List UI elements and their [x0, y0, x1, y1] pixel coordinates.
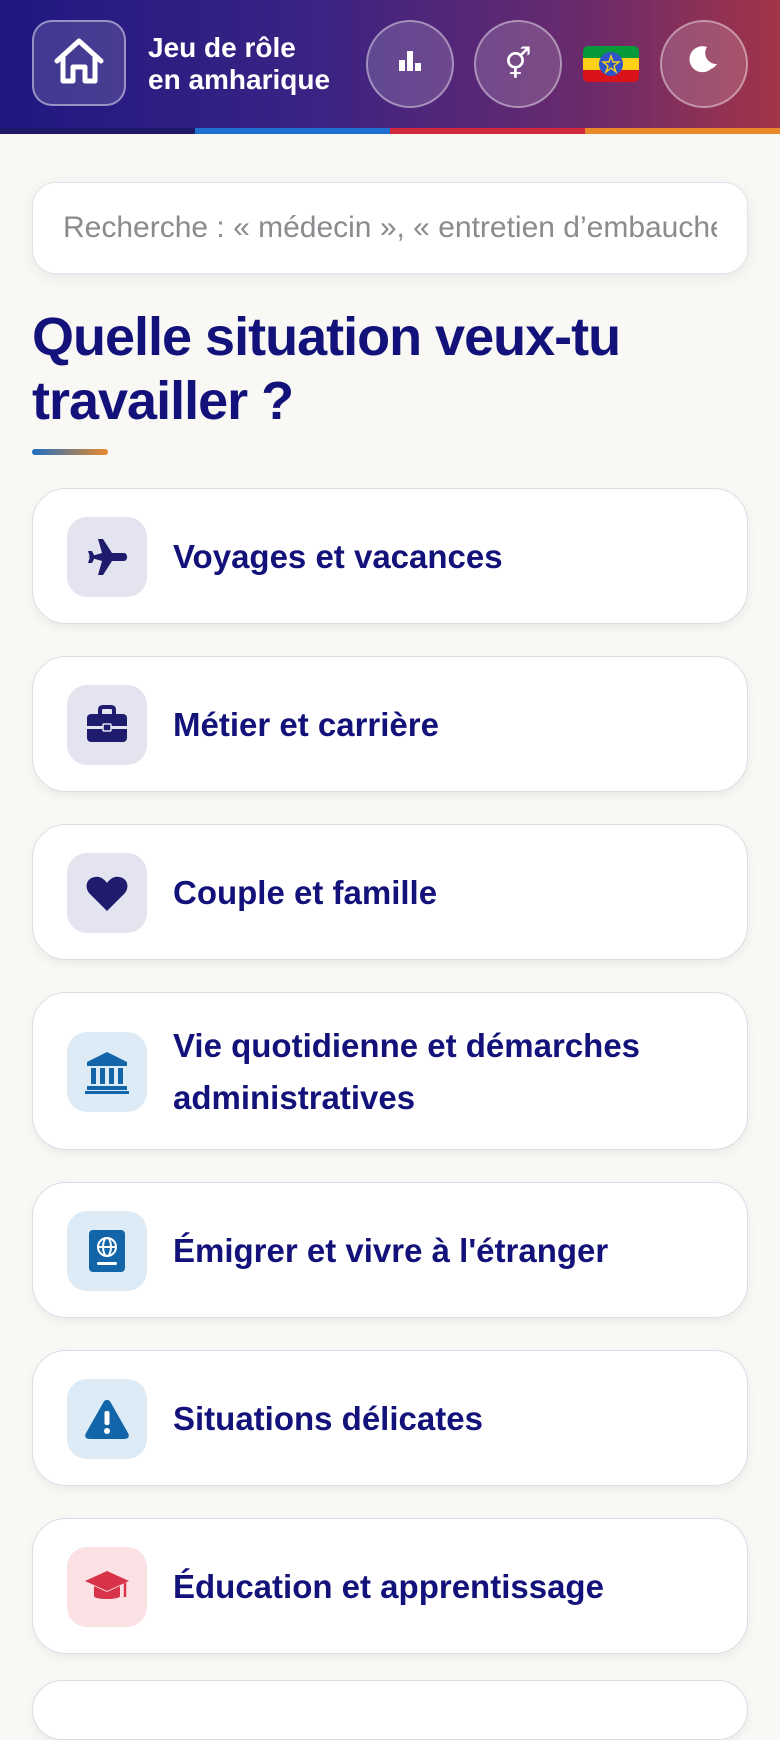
- home-icon: [51, 35, 107, 92]
- page-title: Quelle situation veux-tu travailler ?: [32, 307, 621, 431]
- airplane-icon: [67, 517, 147, 597]
- ethiopia-flag[interactable]: [583, 46, 639, 82]
- category-couple-family[interactable]: Couple et famille: [32, 824, 748, 960]
- category-label: Émigrer et vivre à l'étranger: [173, 1232, 609, 1269]
- category-education[interactable]: Éducation et apprentissage: [32, 1518, 748, 1654]
- app-title: Jeu de rôle en amharique: [148, 32, 330, 96]
- category-label: Éducation et apprentissage: [173, 1568, 604, 1605]
- moon-icon: [687, 43, 721, 85]
- app-title-line2: en amharique: [148, 64, 331, 95]
- category-daily-life[interactable]: Vie quotidienne et démarches administrat…: [32, 992, 748, 1150]
- dark-mode-button[interactable]: [660, 20, 748, 108]
- passport-icon: [67, 1211, 147, 1291]
- bar-chart-icon: [397, 47, 423, 81]
- bank-icon: [67, 1032, 147, 1112]
- category-career[interactable]: Métier et carrière: [32, 656, 748, 792]
- category-delicate-situations[interactable]: Situations délicates: [32, 1350, 748, 1486]
- category-label: Couple et famille: [173, 874, 438, 911]
- heart-icon: [67, 853, 147, 933]
- category-label: Situations délicates: [173, 1400, 483, 1437]
- app-header: Jeu de rôle en amharique ⚥: [0, 0, 780, 128]
- gender-icon: ⚥: [504, 47, 532, 81]
- category-label: Voyages et vacances: [173, 538, 503, 575]
- search-input[interactable]: [32, 182, 748, 274]
- category-emigrate[interactable]: Émigrer et vivre à l'étranger: [32, 1182, 748, 1318]
- flag-emblem: [599, 52, 623, 76]
- category-next-partial[interactable]: [32, 1680, 748, 1740]
- category-label: Vie quotidienne et démarches administrat…: [173, 1027, 641, 1116]
- app-title-line1: Jeu de rôle: [148, 32, 296, 63]
- warning-icon: [67, 1379, 147, 1459]
- header-color-stripe: [0, 128, 780, 134]
- title-underline: [32, 449, 108, 455]
- home-button[interactable]: [32, 20, 126, 106]
- gender-button[interactable]: ⚥: [474, 20, 562, 108]
- graduation-cap-icon: [67, 1547, 147, 1627]
- briefcase-icon: [67, 685, 147, 765]
- category-label: Métier et carrière: [173, 706, 439, 743]
- category-travel[interactable]: Voyages et vacances: [32, 488, 748, 624]
- stats-button[interactable]: [366, 20, 454, 108]
